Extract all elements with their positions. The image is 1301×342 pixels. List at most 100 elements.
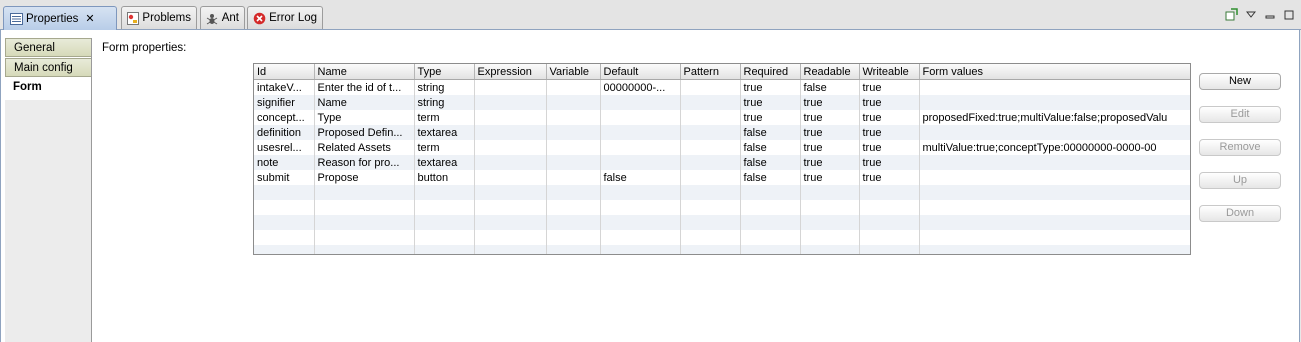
table-cell: button [414, 170, 475, 185]
tab-error-log[interactable]: Error Log [247, 6, 323, 29]
empty-cell [546, 215, 601, 230]
empty-cell [680, 185, 741, 200]
table-cell [546, 155, 601, 170]
table-cell: true [800, 155, 860, 170]
empty-cell [254, 230, 315, 245]
view-menu-icon[interactable] [1244, 8, 1257, 21]
table-cell: string [414, 95, 475, 110]
empty-cell [800, 230, 860, 245]
column-header[interactable]: Expression [474, 64, 547, 80]
table-row[interactable]: submit Propose button false false true true [254, 170, 1190, 185]
section-tab-general[interactable]: General [5, 38, 91, 57]
edit-button[interactable]: Edit [1199, 106, 1281, 123]
maximize-icon[interactable] [1282, 8, 1295, 21]
table-cell [919, 79, 1190, 95]
tab-label: Ant [221, 12, 239, 24]
column-header[interactable]: Id [254, 64, 315, 80]
table-cell: note [254, 155, 315, 170]
table-row[interactable]: usesrel... Related Assets term false true tru… [254, 140, 1190, 155]
table-cell [546, 140, 601, 155]
empty-cell [414, 215, 475, 230]
table-cell [680, 155, 741, 170]
section-tab-main-config[interactable]: Main config [5, 58, 91, 77]
table-cell [474, 140, 547, 155]
column-header[interactable]: Writeable [859, 64, 920, 80]
pin-icon[interactable] [1225, 8, 1238, 21]
new-button[interactable]: New [1199, 73, 1281, 90]
table-cell: 00000000-... [600, 79, 681, 95]
empty-cell [740, 185, 801, 200]
empty-cell [474, 230, 547, 245]
tab-properties[interactable]: Properties ✕ [3, 6, 117, 30]
empty-cell [740, 215, 801, 230]
column-header[interactable]: Form values [919, 64, 1190, 80]
empty-cell [546, 230, 601, 245]
table-cell: true [800, 170, 860, 185]
empty-cell [680, 245, 741, 254]
table-row[interactable]: signifier Name string true true true [254, 95, 1190, 110]
table-cell: Related Assets [314, 140, 415, 155]
empty-cell [314, 215, 415, 230]
table-cell [680, 140, 741, 155]
table-cell: term [414, 110, 475, 125]
empty-row [254, 200, 1190, 215]
table-body: intakeV... Enter the id of t... string 0000… [254, 79, 1190, 254]
view-tab-bar: Properties ✕ Problems Ant Error Log [0, 0, 1301, 30]
empty-cell [414, 245, 475, 254]
column-header[interactable]: Default [600, 64, 681, 80]
empty-cell [314, 200, 415, 215]
form-properties-table[interactable]: Id Name Type Expression Variable Default Patte… [253, 63, 1191, 255]
column-header[interactable]: Pattern [680, 64, 741, 80]
minimize-icon[interactable] [1263, 8, 1276, 21]
table-row[interactable]: note Reason for pro... textarea false true tr… [254, 155, 1190, 170]
column-header[interactable]: Type [414, 64, 475, 80]
empty-row [254, 215, 1190, 230]
table-cell: intakeV... [254, 79, 315, 95]
table-cell: submit [254, 170, 315, 185]
table-row[interactable]: definition Proposed Defin... textarea false… [254, 125, 1190, 140]
up-button[interactable]: Up [1199, 172, 1281, 189]
empty-cell [474, 215, 547, 230]
table-cell: Reason for pro... [314, 155, 415, 170]
column-header[interactable]: Variable [546, 64, 601, 80]
table-cell: Proposed Defin... [314, 125, 415, 140]
section-tab-form[interactable]: Form [5, 78, 91, 97]
down-button[interactable]: Down [1199, 205, 1281, 222]
empty-cell [600, 200, 681, 215]
empty-cell [546, 200, 601, 215]
empty-cell [859, 245, 920, 254]
column-header[interactable]: Readable [800, 64, 860, 80]
table-cell: true [740, 110, 801, 125]
empty-row [254, 245, 1190, 254]
problems-icon [127, 11, 140, 25]
empty-row [254, 185, 1190, 200]
tab-label: Error Log [269, 12, 317, 24]
error-log-icon [253, 11, 266, 25]
column-header[interactable]: Required [740, 64, 801, 80]
ant-icon [206, 11, 219, 25]
empty-row [254, 230, 1190, 245]
column-header[interactable]: Name [314, 64, 415, 80]
table-cell: true [800, 95, 860, 110]
empty-cell [314, 245, 415, 254]
tab-problems[interactable]: Problems [121, 6, 197, 29]
table-cell: true [859, 95, 920, 110]
table-cell [474, 125, 547, 140]
empty-cell [414, 185, 475, 200]
remove-button[interactable]: Remove [1199, 139, 1281, 156]
empty-cell [800, 200, 860, 215]
empty-cell [800, 215, 860, 230]
table-row[interactable]: intakeV... Enter the id of t... string 0000… [254, 79, 1190, 95]
table-cell [680, 95, 741, 110]
table-cell: multiValue:true;conceptType:00000000-000… [919, 140, 1190, 155]
table-cell [546, 79, 601, 95]
tab-ant[interactable]: Ant [200, 6, 245, 29]
empty-cell [919, 185, 1190, 200]
empty-cell [859, 200, 920, 215]
empty-cell [414, 200, 475, 215]
table-cell: concept... [254, 110, 315, 125]
table-cell [680, 79, 741, 95]
table-cell [546, 110, 601, 125]
table-row[interactable]: concept... Type term true true true proposedFi… [254, 110, 1190, 125]
close-icon[interactable]: ✕ [85, 12, 94, 25]
